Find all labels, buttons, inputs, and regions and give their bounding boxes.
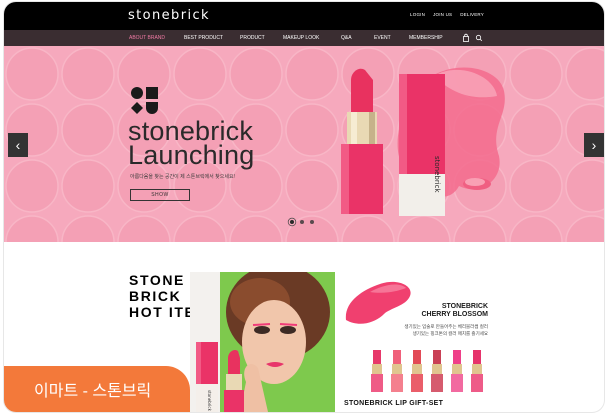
hero-banner: stonebrick Launching 아름다움을 찾는 공간이 제 스톤브릭…	[4, 46, 604, 242]
login-link[interactable]: LOGIN	[410, 12, 425, 17]
browser-frame: stonebrick LOGIN JOIN US DELIVERY ABOUT …	[4, 2, 604, 412]
nav-about-brand[interactable]: ABOUT BRAND	[129, 35, 165, 41]
show-button[interactable]: SHOW	[130, 189, 190, 201]
nav-membership[interactable]: MEMBERSHIP	[409, 35, 443, 41]
nav-event[interactable]: EVENT	[374, 35, 391, 41]
hero-next-arrow[interactable]: ›	[584, 133, 604, 157]
delivery-link[interactable]: DELIVERY	[460, 12, 484, 17]
top-header: stonebrick LOGIN JOIN US DELIVERY	[4, 2, 604, 30]
hero-lipstick-image: stonebrick	[341, 67, 505, 216]
nav-qna[interactable]: Q&A	[341, 35, 352, 41]
brand-shapes-icon	[131, 87, 158, 114]
cherry-blossom-title: STONEBRICK CHERRY BLOSSOM	[404, 303, 488, 319]
photo-lipstick-brand: stonebrick	[207, 390, 212, 412]
lip-gift-set-title[interactable]: STONEBRICK LIP GIFT-SET	[344, 400, 443, 407]
site-logo[interactable]: stonebrick	[128, 8, 210, 23]
model-photo[interactable]: stonebrick	[190, 272, 335, 412]
nav-product[interactable]: PRODUCT	[240, 35, 265, 41]
cherry-title-line1: STONEBRICK	[441, 303, 488, 310]
slide-indicator	[290, 220, 314, 224]
slide-dot-3[interactable]	[310, 220, 314, 224]
cherry-desc-line1: 생기있는 입술로 만들어주는 체리블라썸 컬러	[404, 324, 488, 329]
slide-dot-2[interactable]	[300, 220, 304, 224]
join-link[interactable]: JOIN US	[433, 12, 452, 17]
slide-dot-1[interactable]	[290, 220, 294, 224]
bag-icon[interactable]	[461, 33, 471, 43]
hero-title-line2: Launching	[128, 140, 255, 170]
lip-gift-set-image[interactable]	[371, 346, 491, 394]
hero-prev-arrow[interactable]: ‹	[8, 133, 28, 157]
cherry-desc-line2: 생기있는 핑크톤의 컬러 매치를 즐기세요	[412, 331, 488, 336]
utility-links: LOGIN JOIN US DELIVERY	[410, 12, 484, 17]
cherry-title-line2: CHERRY BLOSSOM	[421, 311, 488, 318]
nav-best-product[interactable]: BEST PRODUCT	[184, 35, 223, 41]
main-nav: ABOUT BRAND BEST PRODUCT PRODUCT MAKEUP …	[4, 30, 604, 46]
lipstick-brand-text: stonebrick	[433, 156, 441, 194]
cherry-blossom-description: 생기있는 입술로 만들어주는 체리블라썸 컬러 생기있는 핑크톤의 컬러 매치를…	[384, 323, 488, 337]
search-icon[interactable]	[474, 33, 484, 43]
caption-badge: 이마트 - 스톤브릭	[4, 366, 190, 412]
hero-subtitle: 아름다움을 찾는 공간이 제 스톤브릭에서 찾으세요!	[130, 174, 235, 180]
nav-makeup-look[interactable]: MAKEUP LOOK	[283, 35, 319, 41]
